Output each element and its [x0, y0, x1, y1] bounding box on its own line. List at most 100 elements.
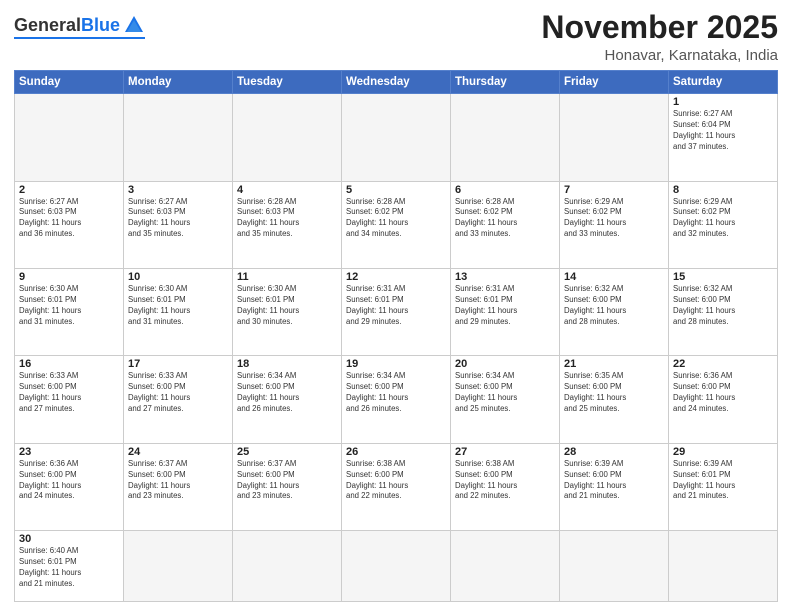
day-header-wednesday: Wednesday: [342, 71, 451, 94]
day-info: Sunrise: 6:36 AM Sunset: 6:00 PM Dayligh…: [19, 459, 119, 503]
calendar-cell: 11Sunrise: 6:30 AM Sunset: 6:01 PM Dayli…: [233, 268, 342, 355]
day-info: Sunrise: 6:35 AM Sunset: 6:00 PM Dayligh…: [564, 371, 664, 415]
day-number: 1: [673, 96, 773, 108]
calendar-cell: 29Sunrise: 6:39 AM Sunset: 6:01 PM Dayli…: [669, 443, 778, 530]
day-info: Sunrise: 6:37 AM Sunset: 6:00 PM Dayligh…: [128, 459, 228, 503]
calendar-cell: 27Sunrise: 6:38 AM Sunset: 6:00 PM Dayli…: [451, 443, 560, 530]
logo: General Blue: [14, 14, 145, 39]
day-header-saturday: Saturday: [669, 71, 778, 94]
day-number: 5: [346, 184, 446, 196]
header: General Blue November 2025 Honavar, Karn…: [14, 10, 778, 64]
day-header-friday: Friday: [560, 71, 669, 94]
calendar-cell: 14Sunrise: 6:32 AM Sunset: 6:00 PM Dayli…: [560, 268, 669, 355]
calendar-cell: [124, 531, 233, 602]
day-info: Sunrise: 6:30 AM Sunset: 6:01 PM Dayligh…: [237, 284, 337, 328]
location-title: Honavar, Karnataka, India: [541, 47, 778, 64]
day-number: 4: [237, 184, 337, 196]
calendar-cell: 22Sunrise: 6:36 AM Sunset: 6:00 PM Dayli…: [669, 356, 778, 443]
day-info: Sunrise: 6:39 AM Sunset: 6:01 PM Dayligh…: [673, 459, 773, 503]
logo-underline: [14, 37, 145, 39]
day-info: Sunrise: 6:28 AM Sunset: 6:02 PM Dayligh…: [346, 197, 446, 241]
day-number: 9: [19, 271, 119, 283]
day-info: Sunrise: 6:28 AM Sunset: 6:02 PM Dayligh…: [455, 197, 555, 241]
calendar-cell: 12Sunrise: 6:31 AM Sunset: 6:01 PM Dayli…: [342, 268, 451, 355]
calendar-cell: 2Sunrise: 6:27 AM Sunset: 6:03 PM Daylig…: [15, 181, 124, 268]
calendar-cell: 26Sunrise: 6:38 AM Sunset: 6:00 PM Dayli…: [342, 443, 451, 530]
day-number: 3: [128, 184, 228, 196]
day-info: Sunrise: 6:30 AM Sunset: 6:01 PM Dayligh…: [128, 284, 228, 328]
day-info: Sunrise: 6:34 AM Sunset: 6:00 PM Dayligh…: [455, 371, 555, 415]
calendar-cell: 15Sunrise: 6:32 AM Sunset: 6:00 PM Dayli…: [669, 268, 778, 355]
day-info: Sunrise: 6:30 AM Sunset: 6:01 PM Dayligh…: [19, 284, 119, 328]
calendar-cell: 7Sunrise: 6:29 AM Sunset: 6:02 PM Daylig…: [560, 181, 669, 268]
day-number: 27: [455, 446, 555, 458]
calendar-cell: [451, 531, 560, 602]
day-info: Sunrise: 6:40 AM Sunset: 6:01 PM Dayligh…: [19, 546, 119, 590]
calendar-cell: 19Sunrise: 6:34 AM Sunset: 6:00 PM Dayli…: [342, 356, 451, 443]
day-info: Sunrise: 6:33 AM Sunset: 6:00 PM Dayligh…: [19, 371, 119, 415]
day-number: 30: [19, 533, 119, 545]
day-number: 20: [455, 358, 555, 370]
calendar-cell: 20Sunrise: 6:34 AM Sunset: 6:00 PM Dayli…: [451, 356, 560, 443]
calendar-cell: [124, 94, 233, 181]
day-info: Sunrise: 6:36 AM Sunset: 6:00 PM Dayligh…: [673, 371, 773, 415]
calendar-cell: 25Sunrise: 6:37 AM Sunset: 6:00 PM Dayli…: [233, 443, 342, 530]
day-number: 25: [237, 446, 337, 458]
day-number: 12: [346, 271, 446, 283]
day-number: 16: [19, 358, 119, 370]
day-number: 23: [19, 446, 119, 458]
day-number: 2: [19, 184, 119, 196]
day-info: Sunrise: 6:38 AM Sunset: 6:00 PM Dayligh…: [346, 459, 446, 503]
day-number: 29: [673, 446, 773, 458]
logo-icon: [123, 14, 145, 36]
day-number: 18: [237, 358, 337, 370]
day-info: Sunrise: 6:28 AM Sunset: 6:03 PM Dayligh…: [237, 197, 337, 241]
day-number: 22: [673, 358, 773, 370]
day-info: Sunrise: 6:27 AM Sunset: 6:04 PM Dayligh…: [673, 109, 773, 153]
calendar-cell: 30Sunrise: 6:40 AM Sunset: 6:01 PM Dayli…: [15, 531, 124, 602]
day-info: Sunrise: 6:31 AM Sunset: 6:01 PM Dayligh…: [346, 284, 446, 328]
day-info: Sunrise: 6:34 AM Sunset: 6:00 PM Dayligh…: [346, 371, 446, 415]
calendar-cell: 8Sunrise: 6:29 AM Sunset: 6:02 PM Daylig…: [669, 181, 778, 268]
day-number: 11: [237, 271, 337, 283]
calendar-cell: 18Sunrise: 6:34 AM Sunset: 6:00 PM Dayli…: [233, 356, 342, 443]
calendar-cell: [560, 94, 669, 181]
calendar-cell: [342, 531, 451, 602]
calendar-cell: [342, 94, 451, 181]
calendar-cell: 1Sunrise: 6:27 AM Sunset: 6:04 PM Daylig…: [669, 94, 778, 181]
day-number: 10: [128, 271, 228, 283]
day-info: Sunrise: 6:29 AM Sunset: 6:02 PM Dayligh…: [564, 197, 664, 241]
day-info: Sunrise: 6:33 AM Sunset: 6:00 PM Dayligh…: [128, 371, 228, 415]
day-info: Sunrise: 6:32 AM Sunset: 6:00 PM Dayligh…: [564, 284, 664, 328]
day-header-sunday: Sunday: [15, 71, 124, 94]
calendar-cell: [451, 94, 560, 181]
day-info: Sunrise: 6:38 AM Sunset: 6:00 PM Dayligh…: [455, 459, 555, 503]
day-header-thursday: Thursday: [451, 71, 560, 94]
day-number: 14: [564, 271, 664, 283]
calendar-cell: 17Sunrise: 6:33 AM Sunset: 6:00 PM Dayli…: [124, 356, 233, 443]
day-number: 15: [673, 271, 773, 283]
logo-general-text: General: [14, 15, 81, 36]
day-info: Sunrise: 6:29 AM Sunset: 6:02 PM Dayligh…: [673, 197, 773, 241]
day-number: 17: [128, 358, 228, 370]
calendar-cell: 5Sunrise: 6:28 AM Sunset: 6:02 PM Daylig…: [342, 181, 451, 268]
day-header-monday: Monday: [124, 71, 233, 94]
day-number: 8: [673, 184, 773, 196]
calendar-cell: 13Sunrise: 6:31 AM Sunset: 6:01 PM Dayli…: [451, 268, 560, 355]
day-info: Sunrise: 6:32 AM Sunset: 6:00 PM Dayligh…: [673, 284, 773, 328]
calendar-cell: 16Sunrise: 6:33 AM Sunset: 6:00 PM Dayli…: [15, 356, 124, 443]
calendar-cell: 6Sunrise: 6:28 AM Sunset: 6:02 PM Daylig…: [451, 181, 560, 268]
day-info: Sunrise: 6:34 AM Sunset: 6:00 PM Dayligh…: [237, 371, 337, 415]
day-number: 24: [128, 446, 228, 458]
page: General Blue November 2025 Honavar, Karn…: [0, 0, 792, 612]
day-number: 26: [346, 446, 446, 458]
calendar-cell: [233, 531, 342, 602]
month-title: November 2025: [541, 10, 778, 45]
day-info: Sunrise: 6:27 AM Sunset: 6:03 PM Dayligh…: [128, 197, 228, 241]
day-info: Sunrise: 6:39 AM Sunset: 6:00 PM Dayligh…: [564, 459, 664, 503]
calendar-table: SundayMondayTuesdayWednesdayThursdayFrid…: [14, 70, 778, 602]
calendar-cell: 3Sunrise: 6:27 AM Sunset: 6:03 PM Daylig…: [124, 181, 233, 268]
calendar-cell: [233, 94, 342, 181]
calendar-cell: [669, 531, 778, 602]
calendar-cell: 10Sunrise: 6:30 AM Sunset: 6:01 PM Dayli…: [124, 268, 233, 355]
